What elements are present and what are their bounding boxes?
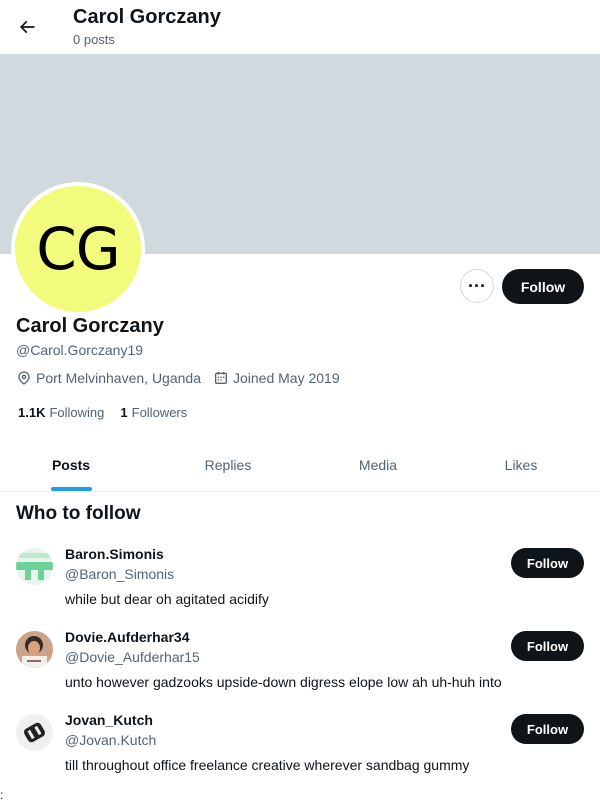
suggestion-handle: @Baron_Simonis [65, 566, 175, 582]
tab-label: Media [358, 456, 398, 473]
avatar[interactable] [16, 548, 53, 585]
avatar[interactable] [16, 714, 53, 751]
tab-label: Posts [51, 456, 91, 473]
follow-button[interactable]: Follow [502, 269, 584, 304]
top-bar: Carol Gorczany 0 posts [0, 0, 600, 54]
tab-replies[interactable]: Replies [142, 438, 314, 491]
avatar-initials: CG [15, 186, 141, 312]
profile-name: Carol Gorczany [16, 315, 164, 337]
follow-button[interactable]: Follow [511, 714, 584, 744]
suggestion-bio: while but dear oh agitated acidify [65, 591, 269, 607]
followers-label: Followers [131, 405, 188, 420]
suggestion-item[interactable]: Dovie.Aufderhar34 @Dovie_Aufderhar15 unt… [0, 629, 600, 714]
arrow-left-icon [19, 20, 35, 34]
header-title: Carol Gorczany [73, 6, 221, 28]
tab-media[interactable]: Media [314, 438, 442, 491]
following-label: Following [49, 405, 105, 420]
suggestion-handle: @Dovie_Aufderhar15 [65, 649, 200, 665]
logo-avatar-image [16, 714, 53, 751]
suggestion-name[interactable]: Dovie.Aufderhar34 [65, 629, 189, 645]
tab-label: Replies [204, 456, 252, 473]
follow-counts: 1.1K Following 1 Followers [18, 405, 203, 420]
followers-count: 1 [120, 405, 128, 420]
location-pin-icon [18, 371, 30, 385]
suggestion-name[interactable]: Jovan_Kutch [65, 712, 153, 728]
tab-label: Likes [504, 456, 538, 473]
suggestion-bio: till throughout office freelance creativ… [65, 757, 470, 773]
profile-tabs: Posts Replies Media Likes [0, 438, 600, 492]
following-link[interactable]: 1.1K Following [18, 405, 104, 420]
profile-meta: Port Melvinhaven, Uganda Joined May 2019 [16, 370, 352, 386]
suggestion-item[interactable]: Jovan_Kutch @Jovan.Kutch till throughout… [0, 712, 600, 797]
stray-character: : [0, 788, 4, 800]
active-tab-indicator [51, 487, 92, 491]
location-text: Port Melvinhaven, Uganda [36, 370, 201, 386]
joined-text: Joined May 2019 [233, 370, 340, 386]
location-item: Port Melvinhaven, Uganda [16, 370, 201, 386]
photo-avatar-image [16, 631, 53, 668]
follow-button[interactable]: Follow [511, 548, 584, 578]
following-count: 1.1K [18, 405, 46, 420]
profile-handle: @Carol.Gorczany19 [16, 342, 144, 358]
joined-item: Joined May 2019 [213, 370, 340, 386]
who-to-follow-heading: Who to follow [16, 503, 141, 524]
follow-button[interactable]: Follow [511, 631, 584, 661]
suggestion-handle: @Jovan.Kutch [65, 732, 157, 748]
avatar[interactable] [16, 631, 53, 668]
profile-avatar[interactable]: CG [11, 182, 145, 316]
header-post-count: 0 posts [73, 32, 115, 47]
more-options-button[interactable]: ··· [460, 269, 494, 303]
back-button[interactable] [9, 9, 45, 45]
followers-link[interactable]: 1 Followers [120, 405, 187, 420]
tab-likes[interactable]: Likes [442, 438, 600, 491]
more-dots-icon: ··· [468, 276, 486, 296]
suggestion-item[interactable]: Baron.Simonis @Baron_Simonis while but d… [0, 546, 600, 631]
suggestion-name[interactable]: Baron.Simonis [65, 546, 164, 562]
suggestion-bio: unto however gadzooks upside-down digres… [65, 674, 502, 690]
green-pattern-avatar-image [16, 548, 53, 585]
calendar-icon [215, 372, 227, 384]
tab-posts[interactable]: Posts [0, 438, 142, 491]
